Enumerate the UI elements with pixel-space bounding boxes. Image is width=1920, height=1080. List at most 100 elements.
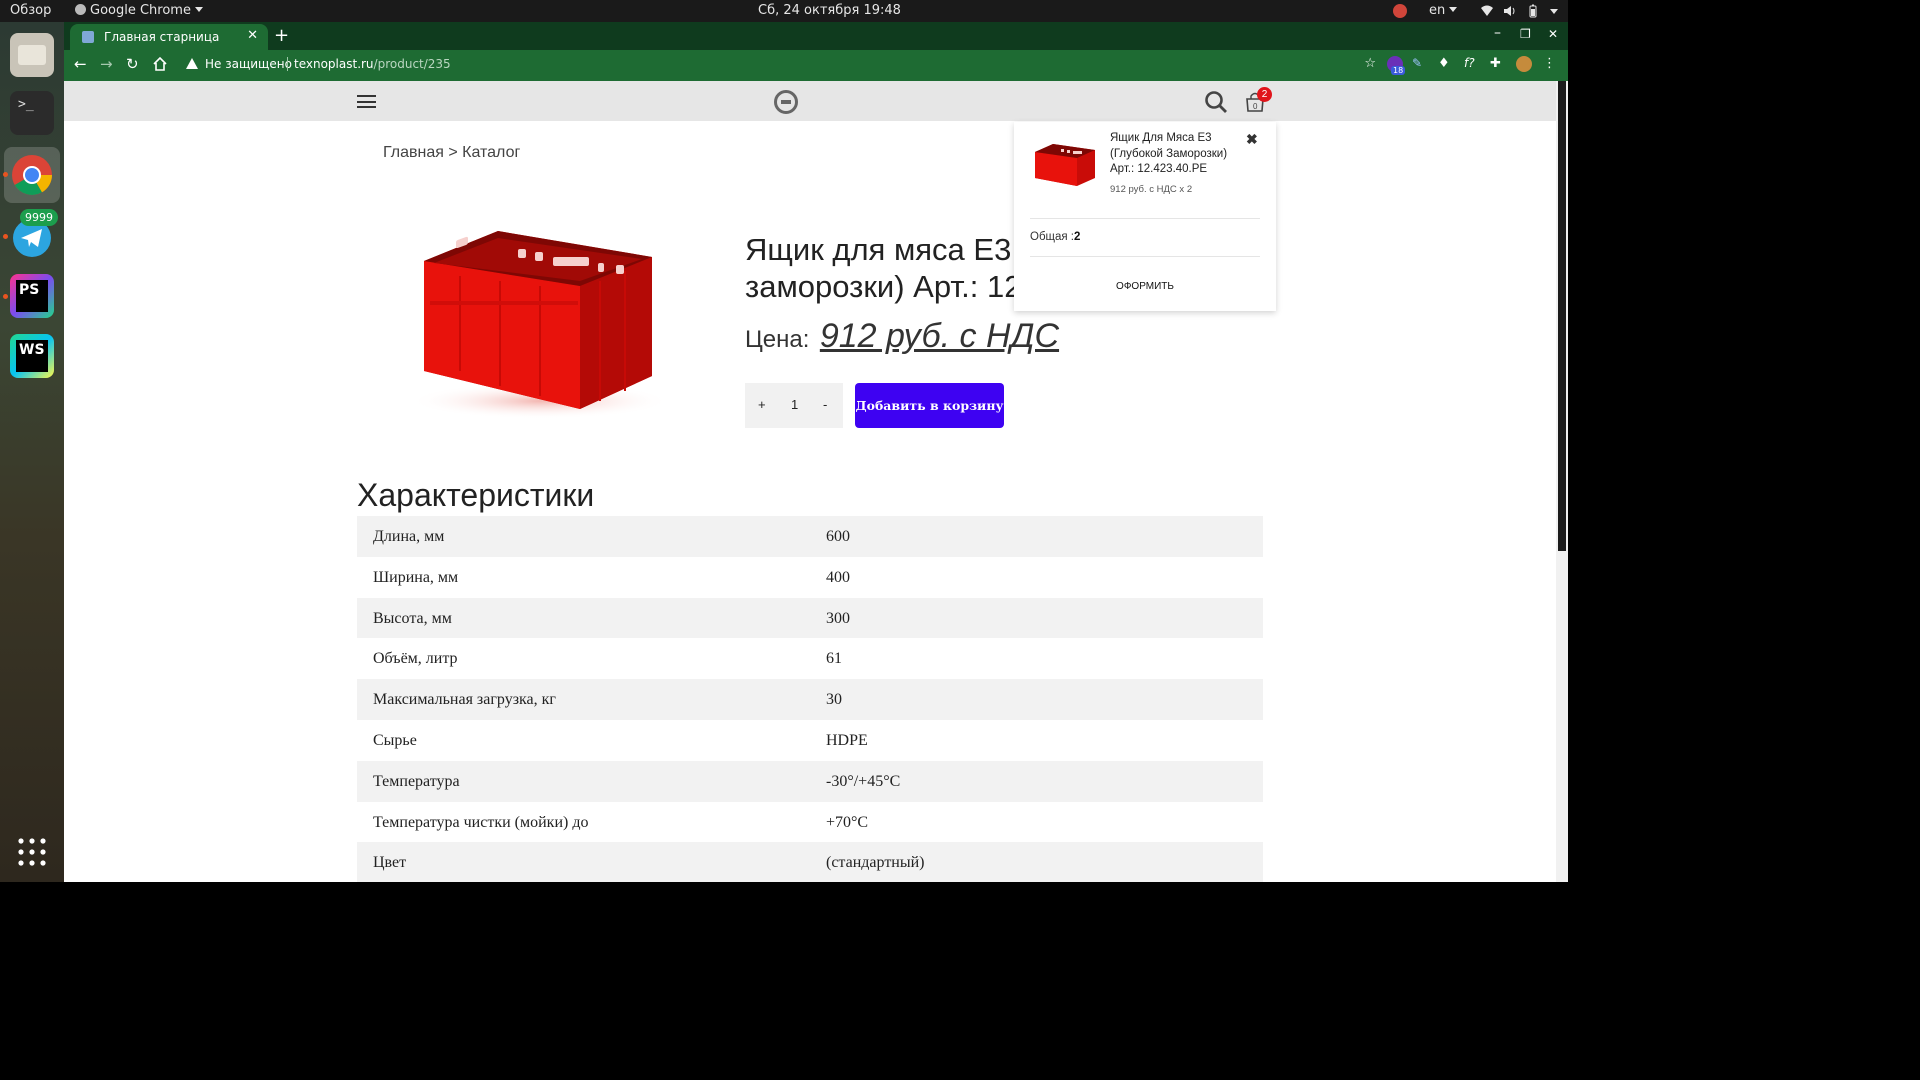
extensions-puzzle-icon[interactable]: ✚: [1490, 56, 1506, 72]
cart-item-name-line1: Ящик Для Мяса Е3: [1110, 132, 1212, 144]
show-apps-grid-icon[interactable]: [17, 837, 47, 867]
qty-plus-button[interactable]: +: [758, 397, 766, 412]
phpstorm-app-icon[interactable]: PS: [10, 274, 54, 318]
dock: >_ 9999 PS WS: [0, 22, 64, 882]
spec-value: HDPE: [826, 731, 868, 749]
cart-count-badge: 2: [1257, 87, 1272, 102]
chrome-icon: [75, 4, 86, 15]
qty-minus-button[interactable]: -: [823, 397, 827, 412]
home-icon[interactable]: [153, 57, 167, 71]
webstorm-app-icon[interactable]: WS: [10, 334, 54, 378]
spec-key: Высота, мм: [373, 609, 452, 627]
spec-key: Температура: [373, 772, 460, 790]
tab-title: Главная старница: [104, 30, 220, 44]
cart-item-name[interactable]: Ящик Для Мяса Е3 (Глубокой Заморозки) Ар…: [1110, 131, 1245, 178]
telegram-badge: 9999: [20, 209, 58, 226]
close-tab-icon[interactable]: ✕: [247, 28, 258, 43]
back-icon[interactable]: ←: [74, 55, 87, 73]
security-label[interactable]: Не защищено: [205, 57, 292, 71]
tray-app-icon[interactable]: [1393, 4, 1407, 18]
url-host: texnoplast.ru: [294, 57, 374, 71]
language-label: en: [1429, 3, 1446, 18]
cart-total-value: 2: [1074, 231, 1081, 243]
bookmark-star-icon[interactable]: ☆: [1364, 56, 1376, 71]
spec-key: Длина, мм: [373, 528, 445, 545]
page-scrollbar[interactable]: [1556, 81, 1568, 882]
product-image: [410, 231, 670, 419]
activities-button[interactable]: Обзор: [10, 3, 51, 18]
clock[interactable]: Сб, 24 октября 19:48: [758, 3, 901, 18]
cart-item-name-line2: (Глубокой Заморозки): [1110, 147, 1228, 160]
product-title-line2: заморозки) Арт.: 12: [745, 269, 1022, 304]
scrollbar-thumb[interactable]: [1558, 81, 1566, 551]
spec-key: Ширина, мм: [373, 568, 459, 586]
cart-total-label: Общая :: [1030, 231, 1075, 243]
diamond-extension-icon[interactable]: ♦: [1438, 56, 1454, 72]
forward-icon[interactable]: →: [100, 55, 113, 73]
menu-burger-icon[interactable]: [357, 95, 376, 108]
browser-tab-strip: Главная старница ✕ + – ❐ ✕: [64, 22, 1568, 50]
table-row: Максимальная загрузка, кг 30: [357, 679, 1263, 720]
add-to-cart-button[interactable]: Добавить в корзину: [855, 383, 1004, 428]
spec-value: 600: [826, 528, 850, 545]
specs-table: Длина, мм 600 Ширина, мм 400 Высота, мм 300…: [357, 516, 1263, 882]
cart-item-thumbnail[interactable]: [1031, 138, 1099, 188]
spec-value: 30: [826, 691, 842, 709]
spec-value: (стандартный): [826, 854, 925, 872]
favicon-icon: [82, 31, 94, 43]
quantity-stepper: + 1 -: [745, 383, 843, 428]
spec-key: Объём, литр: [373, 650, 458, 668]
spec-value: 400: [826, 568, 850, 586]
specs-title: Характеристики: [357, 477, 595, 513]
qty-value[interactable]: 1: [791, 397, 798, 412]
pen-extension-icon[interactable]: ✎: [1412, 56, 1428, 72]
browser-menu-icon[interactable]: ⋮: [1543, 56, 1559, 72]
url-text[interactable]: texnoplast.ru/product/235: [294, 57, 451, 71]
active-app-menu[interactable]: Google Chrome: [75, 3, 203, 18]
address-separator: [287, 57, 288, 71]
url-path: /product/235: [373, 57, 451, 71]
battery-icon[interactable]: [1526, 4, 1540, 18]
spec-value: -30°/+45°C: [826, 772, 901, 790]
address-bar[interactable]: Не защищено texnoplast.ru/product/235 ☆: [176, 53, 1376, 76]
chevron-down-icon: [194, 7, 203, 12]
cart-total: Общая :2: [1030, 231, 1080, 243]
close-window-icon[interactable]: ✕: [1548, 27, 1558, 41]
site-header: 0 2: [64, 81, 1556, 121]
restore-icon[interactable]: ❐: [1520, 27, 1531, 41]
table-row: Высота, мм 300: [357, 597, 1263, 639]
search-icon[interactable]: [1204, 90, 1228, 114]
spec-key: Максимальная загрузка, кг: [373, 691, 556, 709]
chrome-app-icon[interactable]: [10, 153, 54, 197]
terminal-app-icon[interactable]: >_: [10, 91, 54, 135]
extension-badge: 18: [1391, 66, 1406, 75]
spec-value: 300: [826, 609, 850, 627]
wifi-icon[interactable]: [1480, 4, 1494, 18]
cart-dropdown: Ящик Для Мяса Е3 (Глубокой Заморозки) Ар…: [1014, 122, 1276, 311]
checkout-button[interactable]: ОФОРМИТЬ: [1014, 281, 1276, 292]
breadcrumb[interactable]: Главная > Каталог: [383, 144, 520, 162]
spec-key: Температура чистки (мойки) до: [373, 813, 589, 831]
remove-item-icon[interactable]: ✖: [1246, 131, 1258, 148]
language-switcher[interactable]: en: [1429, 3, 1458, 18]
running-indicator: [3, 294, 8, 299]
spec-value: +70°C: [826, 813, 869, 831]
table-row: Температура чистки (мойки) до +70°C: [357, 802, 1263, 843]
price-row: Цена: 912 руб. с НДС: [745, 317, 1059, 356]
table-row: Объём, литр 61: [357, 638, 1263, 679]
table-row: Ширина, мм 400: [357, 557, 1263, 598]
cart-icon-label: 0: [1253, 102, 1258, 111]
browser-tab[interactable]: Главная старница ✕: [70, 24, 268, 50]
profile-avatar[interactable]: [1516, 56, 1532, 72]
minimize-icon[interactable]: –: [1494, 25, 1501, 41]
system-menu-chevron-icon[interactable]: [1550, 9, 1558, 14]
volume-icon[interactable]: [1503, 4, 1517, 18]
cart-item-article: Арт.: 12.423.40.РЕ: [1110, 163, 1208, 175]
table-row: Температура -30°/+45°C: [357, 760, 1263, 802]
site-logo[interactable]: [774, 90, 798, 114]
reload-icon[interactable]: ↻: [126, 55, 139, 73]
files-app-icon[interactable]: [10, 33, 54, 77]
new-tab-button[interactable]: +: [274, 25, 289, 46]
product-title-line1: Ящик для мяса Е3: [745, 232, 1012, 267]
function-extension-icon[interactable]: f?: [1464, 56, 1480, 72]
